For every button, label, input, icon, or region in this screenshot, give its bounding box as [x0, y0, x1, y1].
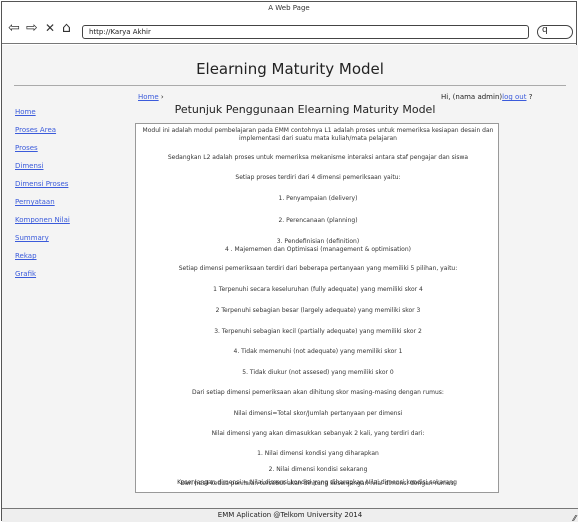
list-item: 5. Tidak diukur (not assesed) yang memil… [242, 369, 394, 376]
list-item: 1. Nilai dimensi kondisi yang diharapkan [257, 450, 379, 457]
browser-window: A Web Page ⇦ ⇨ ✕ ⌂ http://Karya Akhir q … [1, 1, 578, 522]
sidebar-item-komponen-nilai[interactable]: Komponen Nilai [15, 216, 115, 234]
sidebar-item-pernyataan[interactable]: Pernyataan [15, 198, 115, 216]
breadcrumb-separator: › [160, 93, 164, 101]
paragraph: Nilai dimensi yang akan dimasukkan seban… [211, 430, 425, 437]
search-field[interactable]: q [537, 25, 573, 39]
home-icon[interactable]: ⌂ [62, 21, 71, 35]
list-item: 2. Perencanaan (planning) [278, 217, 358, 224]
list-item: 2. Nilai dimensi kondisi sekarang [268, 466, 368, 473]
sidebar-item-dimensi[interactable]: Dimensi [15, 162, 115, 180]
instructions-panel: Modul ini adalah modul pembelajaran pada… [135, 123, 499, 493]
list-item: 3. Pendefinisian (definition) [276, 238, 360, 245]
paragraph: Setiap dimensi pemeriksaan terdiri dari … [178, 265, 458, 272]
browser-toolbar: ⇦ ⇨ ✕ ⌂ http://Karya Akhir q [2, 14, 576, 44]
sidebar-item-summary[interactable]: Summary [15, 234, 115, 252]
close-icon[interactable]: ✕ [45, 21, 55, 35]
sidebar: Home Proses Area Proses Dimensi Dimensi … [15, 108, 115, 288]
sidebar-item-home[interactable]: Home [15, 108, 115, 126]
list-item: 4 . Majememen dan Optimisasi (management… [225, 246, 411, 253]
header-divider [14, 85, 566, 86]
paragraph: Dari setiap dimensi pemeriksaan akan dih… [192, 389, 444, 396]
resize-grip-icon[interactable]: ⁄⁄ [573, 512, 576, 522]
paragraph: implementasi dari suatu mata kuliah/mata… [239, 135, 397, 142]
user-greeting: Hi, (nama admin)log out ? [441, 93, 532, 101]
list-item: 3. Terpenuhi sebagian kecil (partially a… [214, 328, 422, 335]
list-item: 1 Terpenuhi secara keseluruhan (fully ad… [213, 286, 423, 293]
list-item: 4. Tidak memenuhi (not adequate) yang me… [233, 348, 403, 355]
sidebar-item-dimensi-proses[interactable]: Dimensi Proses [15, 180, 115, 198]
greeting-text: Hi, (nama admin) [441, 93, 503, 101]
logout-link[interactable]: log out [502, 93, 526, 101]
list-item: 1. Penyampaian (delivery) [278, 195, 358, 202]
sidebar-item-proses-area[interactable]: Proses Area [15, 126, 115, 144]
formula: Kesenjangan dimensi = Nilai dimensi kond… [177, 479, 457, 486]
paragraph: Sedangkan L2 adalah proses untuk memerik… [167, 154, 469, 161]
app-title: Elearning Maturity Model [196, 60, 384, 78]
footer-text: EMM Aplication @Telkom University 2014 [217, 511, 363, 519]
sidebar-item-grafik[interactable]: Grafik [15, 270, 115, 288]
sidebar-item-rekap[interactable]: Rekap [15, 252, 115, 270]
paragraph: Setiap proses terdiri dari 4 dimensi pem… [235, 174, 401, 181]
formula: Nilai dimensi=Total skor/Jumlah pertanya… [233, 410, 403, 417]
help-link[interactable]: ? [529, 93, 533, 101]
footer: EMM Aplication @Telkom University 2014 ⁄… [2, 508, 578, 522]
forward-arrow-icon[interactable]: ⇨ [26, 21, 38, 35]
paragraph: Modul ini adalah modul pembelajaran pada… [142, 127, 494, 134]
breadcrumb: Home › [138, 93, 164, 101]
search-icon: q [542, 25, 548, 35]
breadcrumb-home[interactable]: Home [138, 93, 159, 101]
sidebar-item-proses[interactable]: Proses [15, 144, 115, 162]
window-title: A Web Page [268, 4, 310, 12]
page-content: Elearning Maturity Model Home › Hi, (nam… [2, 45, 578, 508]
address-bar[interactable]: http://Karya Akhir [82, 25, 529, 39]
back-arrow-icon[interactable]: ⇦ [8, 21, 20, 35]
list-item: 2 Terpenuhi sebagian besar (largely adeq… [215, 307, 421, 314]
